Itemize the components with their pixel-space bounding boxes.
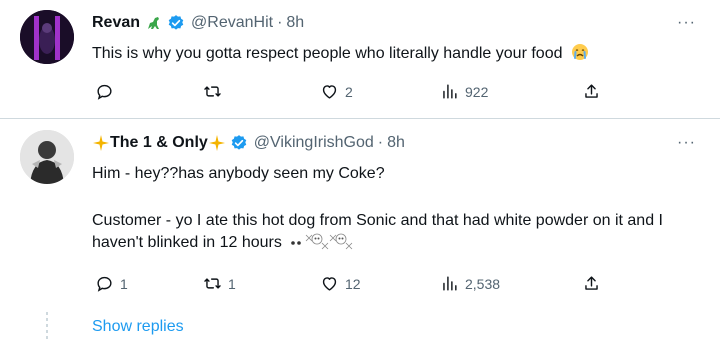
tweet-text-line: Him - hey??has anybody seen my Coke?	[92, 165, 385, 182]
tweet-header: The 1 & Only @VikingIrishGod · 8h	[92, 134, 405, 152]
retweet-icon	[204, 278, 221, 289]
tweet[interactable]: The 1 & Only @VikingIrishGod · 8h ··· Hi…	[0, 0, 720, 351]
like-count: 12	[345, 275, 361, 292]
retweet-count: 1	[228, 275, 236, 292]
like-button[interactable]: 12	[320, 274, 361, 293]
views-button[interactable]: 2,538	[440, 274, 500, 293]
reply-count: 1	[120, 275, 128, 292]
avatar[interactable]	[20, 130, 74, 184]
thread-connector	[46, 312, 48, 342]
share-button[interactable]	[582, 274, 601, 293]
handle[interactable]: @VikingIrishGod	[254, 134, 374, 152]
views-chart-icon	[443, 276, 457, 291]
heart-icon	[322, 277, 337, 291]
tweet-text: Customer - yo I ate this hot dog from So…	[92, 210, 702, 257]
separator-dot: ·	[377, 134, 384, 151]
display-name[interactable]: The 1 & Only	[110, 134, 208, 152]
sparkles-emoji-icon	[92, 134, 110, 152]
retweet-button[interactable]: 1	[203, 274, 236, 293]
timestamp[interactable]: 8h	[387, 134, 405, 152]
tweet-text-content: Customer - yo I ate this hot dog from So…	[92, 212, 663, 251]
more-options-icon[interactable]: ···	[677, 134, 696, 152]
eyes-skull-emoji-icon	[290, 232, 354, 257]
verified-badge-icon	[230, 134, 248, 152]
avatar-image	[20, 130, 74, 184]
share-icon	[585, 276, 598, 290]
views-count: 2,538	[465, 275, 501, 292]
sparkles-emoji-icon	[208, 134, 226, 152]
show-replies-link[interactable]: Show replies	[92, 318, 184, 336]
reply-button[interactable]: 1	[95, 274, 128, 293]
reply-icon	[97, 276, 112, 292]
